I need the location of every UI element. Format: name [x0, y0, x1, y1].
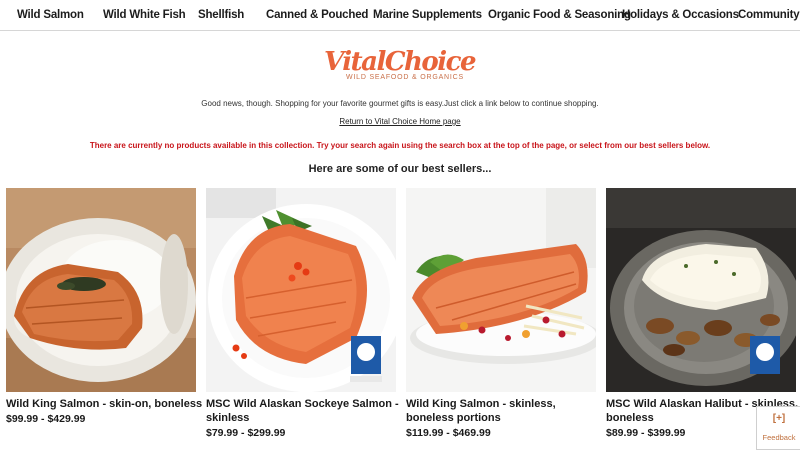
good-news-message: Good news, though. Shopping for your fav…	[201, 99, 599, 108]
product-card: MSC Wild Alaskan Sockeye Salmon - skinle…	[206, 188, 399, 450]
no-products-alert: There are currently no products availabl…	[89, 141, 711, 150]
return-link-row: Return to Vital Choice Home page	[0, 117, 800, 126]
nav-item-canned-pouched[interactable]: Canned & Pouched	[266, 9, 368, 21]
top-navigation: Wild Salmon Wild White Fish Shellfish Ca…	[0, 0, 800, 31]
feedback-plus-icon: [+]	[772, 413, 786, 424]
feedback-button[interactable]: [+] Feedback	[756, 406, 800, 450]
product-name[interactable]: MSC Wild Alaskan Sockeye Salmon - skinle…	[206, 397, 406, 425]
product-price: $89.99 - $399.99	[606, 427, 686, 439]
nav-item-holidays-occasions[interactable]: Holidays & Occasions	[622, 9, 739, 21]
product-card: Wild King Salmon - skinless, boneless po…	[406, 188, 596, 450]
product-image-king-salmon-salad[interactable]	[406, 188, 596, 392]
nav-item-organic-food-seasoning[interactable]: Organic Food & Seasoning	[488, 9, 631, 21]
product-image-halibut-mushrooms[interactable]	[606, 188, 796, 392]
product-image-salmon-rice[interactable]	[6, 188, 196, 392]
logo-wordmark: VitalChoice	[324, 47, 477, 77]
nav-item-marine-supplements[interactable]: Marine Supplements	[373, 9, 482, 21]
product-price: $119.99 - $469.99	[406, 427, 491, 439]
return-home-link[interactable]: Return to Vital Choice Home page	[339, 117, 460, 126]
nav-item-wild-salmon[interactable]: Wild Salmon	[17, 9, 84, 21]
product-price: $79.99 - $299.99	[206, 427, 286, 439]
nav-item-community[interactable]: Community	[738, 9, 800, 21]
feedback-label: Feedback	[762, 433, 796, 442]
site-logo[interactable]: VitalChoice WILD SEAFOOD & ORGANICS	[322, 47, 482, 87]
nav-item-wild-white-fish[interactable]: Wild White Fish	[103, 9, 186, 21]
product-price: $99.99 - $429.99	[6, 413, 86, 425]
product-image-sockeye-plate[interactable]	[206, 188, 396, 392]
product-name[interactable]: Wild King Salmon - skinless, boneless po…	[406, 397, 606, 425]
logo-tagline: WILD SEAFOOD & ORGANICS	[346, 74, 464, 81]
best-sellers-heading: Here are some of our best sellers...	[308, 163, 492, 175]
product-card: Wild King Salmon - skin-on, boneless $99…	[6, 188, 202, 450]
product-name[interactable]: Wild King Salmon - skin-on, boneless	[6, 397, 206, 411]
nav-item-shellfish[interactable]: Shellfish	[198, 9, 244, 21]
